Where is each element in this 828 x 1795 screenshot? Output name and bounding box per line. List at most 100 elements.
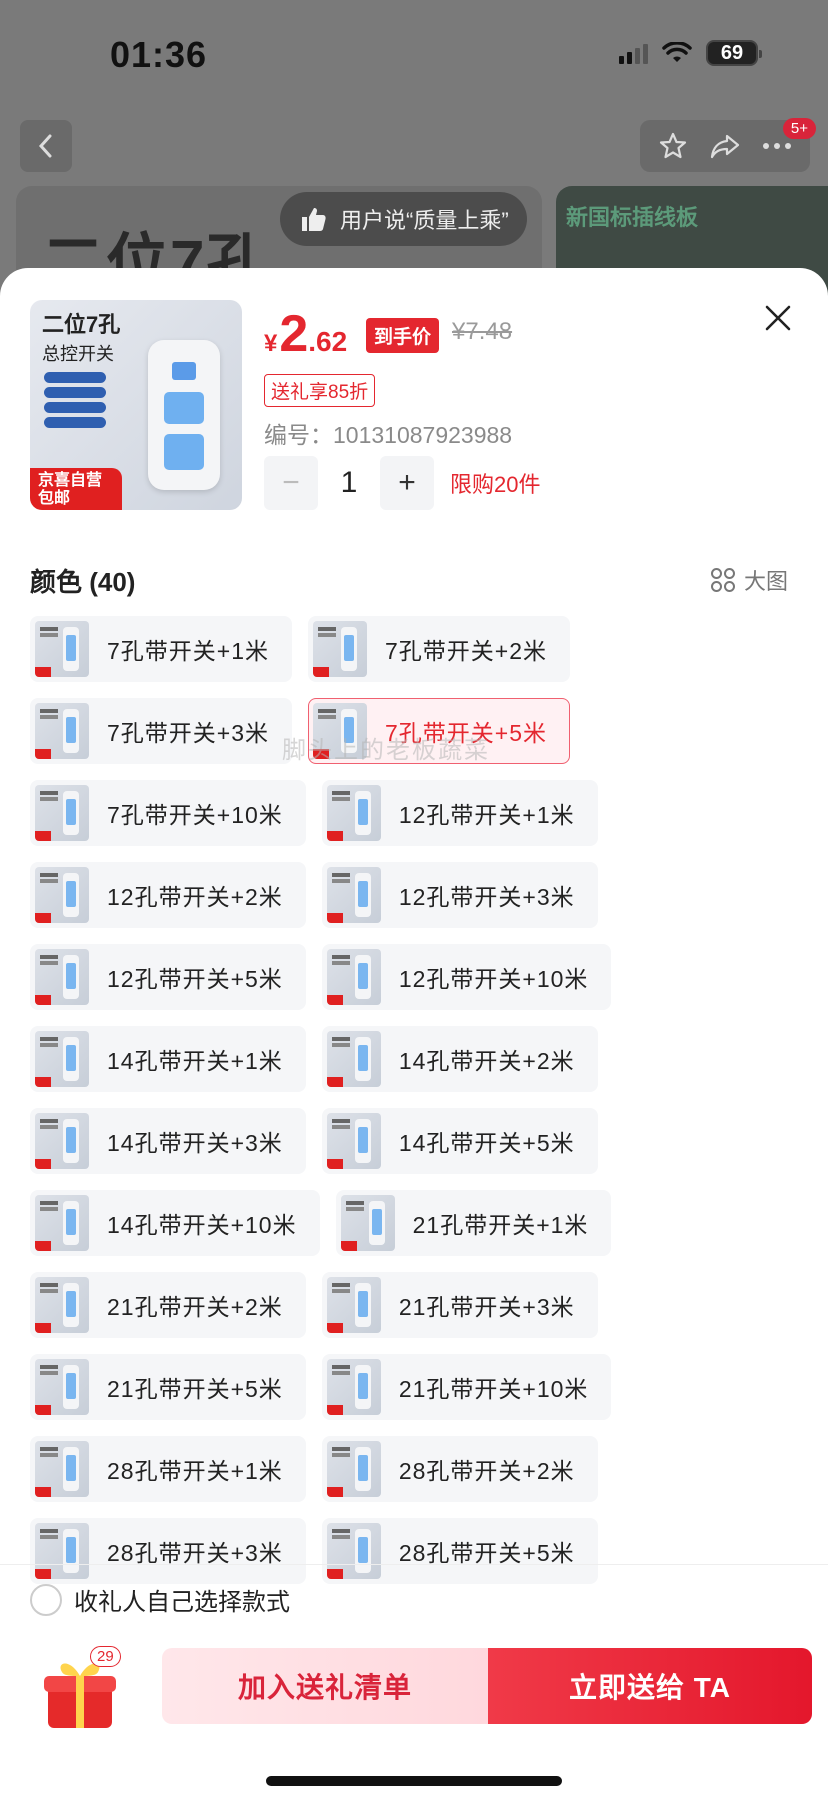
color-option[interactable]: 28孔带开关+5米 — [321, 1518, 598, 1584]
review-pill[interactable]: 用户说“质量上乘” — [280, 192, 527, 246]
color-option[interactable]: 14孔带开关+10米 — [30, 1190, 320, 1256]
color-option[interactable]: 21孔带开关+10米 — [321, 1354, 612, 1420]
color-option[interactable]: 28孔带开关+3米 — [30, 1518, 306, 1584]
color-option[interactable]: 7孔带开关+2米 — [308, 616, 571, 682]
option-label: 14孔带开关+2米 — [398, 1048, 575, 1074]
sku-number: 编号：10131087923988 — [264, 422, 513, 448]
color-option[interactable]: 21孔带开关+1米 — [335, 1190, 612, 1256]
close-button[interactable] — [758, 298, 798, 338]
grid-icon — [710, 568, 735, 592]
option-label: 7孔带开关+5米 — [385, 720, 548, 746]
radio-button[interactable] — [30, 1583, 62, 1616]
send-now-button[interactable]: 立即送给 TA — [488, 1648, 812, 1724]
option-label: 12孔带开关+1米 — [398, 802, 575, 828]
color-option[interactable]: 21孔带开关+5米 — [30, 1354, 306, 1420]
price-decimal: .62 — [308, 326, 348, 357]
option-row: 12孔带开关+2米 12孔带开关+3米 — [30, 862, 630, 928]
star-icon[interactable] — [658, 131, 688, 161]
thumbs-up-icon — [302, 208, 326, 231]
review-text: 用户说“质量上乘” — [340, 208, 509, 233]
color-option[interactable]: 7孔带开关+3米 — [30, 698, 293, 764]
option-label: 14孔带开关+5米 — [398, 1130, 575, 1156]
color-option[interactable]: 12孔带开关+3米 — [321, 862, 598, 928]
price-integer: 2 — [279, 305, 309, 363]
color-option[interactable]: 28孔带开关+2米 — [321, 1436, 598, 1502]
gift-count-badge: 29 — [90, 1646, 121, 1667]
color-option[interactable]: 28孔带开关+1米 — [30, 1436, 306, 1502]
option-label: 7孔带开关+2米 — [385, 638, 548, 664]
price-currency: ¥ — [264, 330, 278, 357]
thumb-subtitle: 总控开关 — [42, 344, 114, 364]
option-row: 7孔带开关+3米 7孔带开关+5米 — [30, 698, 630, 764]
cellular-signal-icon — [619, 42, 648, 64]
recipient-choose-option[interactable]: 收礼人自己选择款式 — [30, 1582, 290, 1617]
option-label: 7孔带开关+10米 — [107, 802, 283, 828]
option-thumbnail — [313, 621, 368, 677]
option-row: 7孔带开关+1米 7孔带开关+2米 — [30, 616, 630, 682]
color-option[interactable]: 12孔带开关+10米 — [321, 944, 612, 1010]
option-thumbnail — [35, 1113, 89, 1169]
option-thumbnail — [35, 1359, 89, 1415]
original-price: ¥7.48 — [452, 318, 513, 345]
add-to-gift-list-button[interactable]: 加入送礼清单 — [162, 1648, 488, 1724]
color-option[interactable]: 14孔带开关+3米 — [30, 1108, 306, 1174]
more-icon[interactable] — [762, 142, 792, 150]
chevron-left-icon — [38, 134, 52, 158]
color-option[interactable]: 14孔带开关+1米 — [30, 1026, 306, 1092]
close-icon — [765, 305, 791, 331]
option-thumbnail — [35, 1031, 89, 1087]
color-option[interactable]: 14孔带开关+2米 — [321, 1026, 598, 1092]
option-thumbnail — [326, 949, 381, 1005]
thumb-title: 二位7孔 — [42, 312, 121, 337]
option-label: 28孔带开关+5米 — [398, 1540, 575, 1566]
color-option[interactable]: 12孔带开关+1米 — [321, 780, 598, 846]
decrease-button[interactable]: − — [264, 456, 318, 510]
option-thumbnail — [326, 1031, 381, 1087]
option-label: 12孔带开关+5米 — [107, 966, 283, 992]
color-option[interactable]: 12孔带开关+2米 — [30, 862, 306, 928]
thumb-tag: 京喜自营包邮 — [30, 468, 122, 510]
option-thumbnail — [35, 1441, 89, 1497]
option-thumbnail — [35, 867, 89, 923]
option-label: 14孔带开关+3米 — [107, 1130, 283, 1156]
color-option[interactable]: 7孔带开关+5米 — [308, 698, 571, 764]
quantity-value[interactable]: 1 — [318, 466, 380, 500]
big-view-label: 大图 — [743, 569, 788, 594]
option-thumbnail — [35, 1523, 89, 1579]
product-thumbnail[interactable]: 二位7孔 总控开关 京喜自营包邮 — [30, 300, 242, 510]
option-row: 14孔带开关+3米 14孔带开关+5米 — [30, 1108, 630, 1174]
option-label: 12孔带开关+10米 — [398, 966, 589, 992]
option-thumbnail — [326, 1113, 381, 1169]
option-thumbnail — [35, 703, 89, 759]
sku-selection-sheet: 二位7孔 总控开关 京喜自营包邮 ¥ 2 .62 到手价 ¥7.48 送礼享85… — [0, 268, 828, 1795]
color-option[interactable]: 21孔带开关+2米 — [30, 1272, 306, 1338]
option-label: 28孔带开关+1米 — [107, 1458, 283, 1484]
option-label: 21孔带开关+10米 — [398, 1376, 589, 1402]
wifi-icon — [662, 42, 692, 62]
option-label: 14孔带开关+10米 — [107, 1212, 297, 1238]
color-option[interactable]: 21孔带开关+3米 — [321, 1272, 598, 1338]
option-thumbnail — [326, 785, 381, 841]
color-option[interactable]: 7孔带开关+10米 — [30, 780, 306, 846]
color-option[interactable]: 14孔带开关+5米 — [321, 1108, 598, 1174]
option-thumbnail — [326, 1277, 381, 1333]
share-icon[interactable] — [709, 132, 741, 160]
option-row: 14孔带开关+1米 14孔带开关+2米 — [30, 1026, 630, 1092]
option-row: 21孔带开关+5米 21孔带开关+10米 — [30, 1354, 630, 1420]
option-thumbnail — [35, 1195, 89, 1251]
battery-icon: 69 — [706, 40, 762, 66]
color-options: 7孔带开关+1米 7孔带开关+2米 7孔带开关+3米 7孔带开关+5米 7孔带开关+10… — [30, 616, 630, 1600]
increase-button[interactable]: + — [380, 456, 434, 510]
option-row: 12孔带开关+5米 12孔带开关+10米 — [30, 944, 630, 1010]
big-view-toggle[interactable]: 大图 — [710, 564, 788, 596]
home-indicator — [266, 1776, 562, 1786]
option-thumbnail — [35, 621, 89, 677]
option-row: 7孔带开关+10米 12孔带开关+1米 — [30, 780, 630, 846]
back-button[interactable] — [20, 120, 72, 172]
status-time: 01:36 — [110, 34, 208, 75]
color-option[interactable]: 7孔带开关+1米 — [30, 616, 293, 682]
option-thumbnail — [326, 1523, 381, 1579]
color-option[interactable]: 12孔带开关+5米 — [30, 944, 306, 1010]
thumb-features — [44, 372, 106, 428]
option-label: 28孔带开关+3米 — [107, 1540, 283, 1566]
